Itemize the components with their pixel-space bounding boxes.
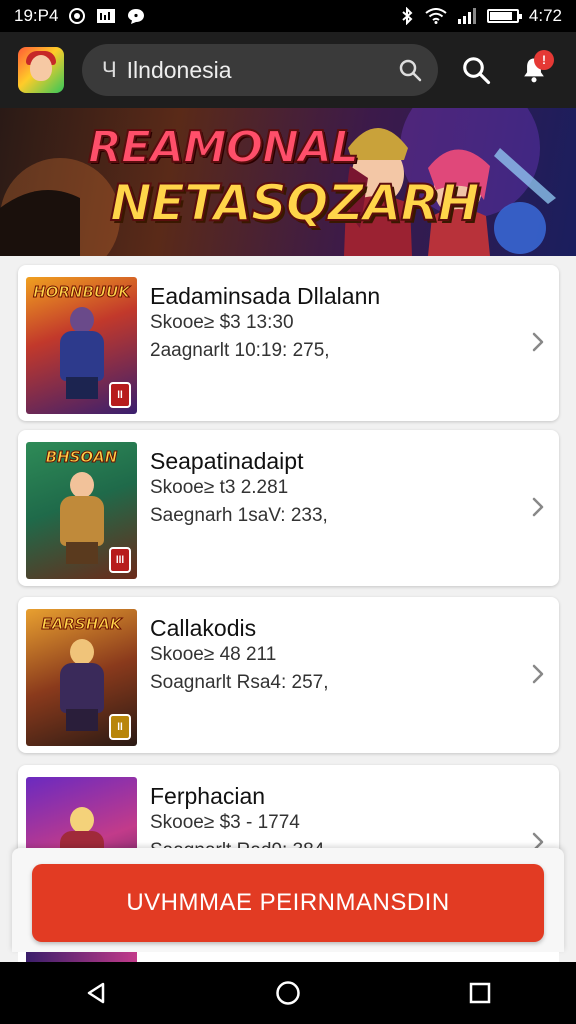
- hero-body: [60, 663, 104, 713]
- card-title: Seapatinadaipt: [150, 448, 304, 474]
- banner-title-line1: REAMONAL: [87, 121, 360, 174]
- chevron-right-icon: [532, 497, 544, 517]
- search-box[interactable]: Ч Ilndonesia: [82, 44, 438, 96]
- signal-icon: [457, 8, 476, 24]
- primary-cta-button[interactable]: UVHMMAE PEIRNMANSDIN: [32, 864, 544, 942]
- banner-title-line2: NETASQZARH: [109, 173, 481, 233]
- status-left: 19:P4: [14, 6, 146, 26]
- thumbnail-badge: ll: [109, 382, 131, 408]
- thumbnail-title: EARSHAK: [41, 615, 122, 633]
- thumbnail-hero: [54, 639, 110, 731]
- game-card[interactable]: EARSHAK ll Callakodis Skooe≥ 48 211 Soag…: [18, 597, 559, 753]
- back-icon: [87, 982, 105, 1004]
- status-time: 19:P4: [14, 6, 59, 25]
- wifi-icon: [425, 8, 447, 24]
- hero-head: [70, 807, 94, 833]
- app-header: Ч Ilndonesia !: [0, 32, 576, 108]
- card-detail-1: Skooe≥ t3 2.281: [150, 477, 289, 498]
- hero-head: [70, 639, 94, 665]
- search-input[interactable]: Ilndonesia: [127, 57, 398, 84]
- card-title: Eadaminsada Dllalann: [150, 283, 381, 309]
- status-bar: 19:P4 4:72: [0, 0, 576, 32]
- hero-legs: [66, 542, 98, 564]
- status-right: 4:72: [399, 6, 562, 26]
- card-detail-2: Saegnarh 1saV: 233,: [150, 505, 328, 526]
- hero-body: [60, 496, 104, 546]
- status-right-text: 4:72: [528, 6, 562, 25]
- home-icon: [276, 981, 300, 1005]
- thumbnail-hero: [54, 307, 110, 399]
- app-logo-icon[interactable]: [18, 47, 64, 93]
- promo-banner[interactable]: REAMONAL NETASQZARH: [0, 108, 576, 256]
- region-glyph: Ч: [102, 57, 117, 82]
- hero-body: [60, 331, 104, 381]
- card-detail-2: 2aagnarlt 10:19: 275,: [150, 340, 330, 361]
- chevron-right-icon: [532, 332, 544, 352]
- game-card[interactable]: BHSOAN lll Seapatinadaipt Skooe≥ t3 2.28…: [18, 430, 559, 586]
- thumbnail-hero: [54, 472, 110, 564]
- game-card[interactable]: HORNBUUK ll Eadaminsada Dllalann Skooe≥ …: [18, 265, 559, 421]
- card-title: Ferphacian: [150, 783, 266, 809]
- card-detail-1: Skooe≥ $3 - 1774: [150, 812, 300, 833]
- hero-legs: [66, 377, 98, 399]
- battery-icon: [486, 9, 522, 23]
- game-thumbnail: HORNBUUK ll: [26, 277, 137, 414]
- card-detail-1: Skooe≥ 48 211: [150, 644, 277, 665]
- thumbnail-badge: lll: [109, 547, 131, 573]
- nav-home-button[interactable]: [258, 973, 318, 1013]
- recents-icon: [469, 982, 491, 1004]
- chat-icon: [128, 9, 145, 24]
- gallery-icon: [97, 9, 116, 23]
- logo-face: [30, 55, 52, 81]
- notification-badge: !: [534, 50, 554, 70]
- thumbnail-title: BHSOAN: [45, 448, 118, 466]
- system-nav-bar: [0, 962, 576, 1024]
- nav-back-button[interactable]: [66, 973, 126, 1013]
- card-title: Callakodis: [150, 615, 257, 641]
- hero-legs: [66, 709, 98, 731]
- hero-head: [70, 307, 94, 333]
- thumbnail-badge: ll: [109, 714, 131, 740]
- record-icon: [69, 8, 86, 24]
- search-button[interactable]: [454, 48, 498, 92]
- battery-fill: [489, 12, 512, 20]
- game-thumbnail: BHSOAN lll: [26, 442, 137, 579]
- search-icon: [463, 57, 491, 85]
- game-thumbnail: EARSHAK ll: [26, 609, 137, 746]
- notification-button[interactable]: !: [512, 48, 556, 92]
- bluetooth-icon: [402, 7, 413, 25]
- card-detail-1: Skooe≥ $3 13:30: [150, 312, 294, 333]
- search-icon[interactable]: [398, 58, 422, 82]
- nav-recents-button[interactable]: [450, 973, 510, 1013]
- thumbnail-title: HORNBUUK: [33, 283, 131, 301]
- card-detail-2: Soagnarlt Rsa4: 257,: [150, 672, 329, 693]
- hero-head: [70, 472, 94, 498]
- chevron-right-icon: [532, 664, 544, 684]
